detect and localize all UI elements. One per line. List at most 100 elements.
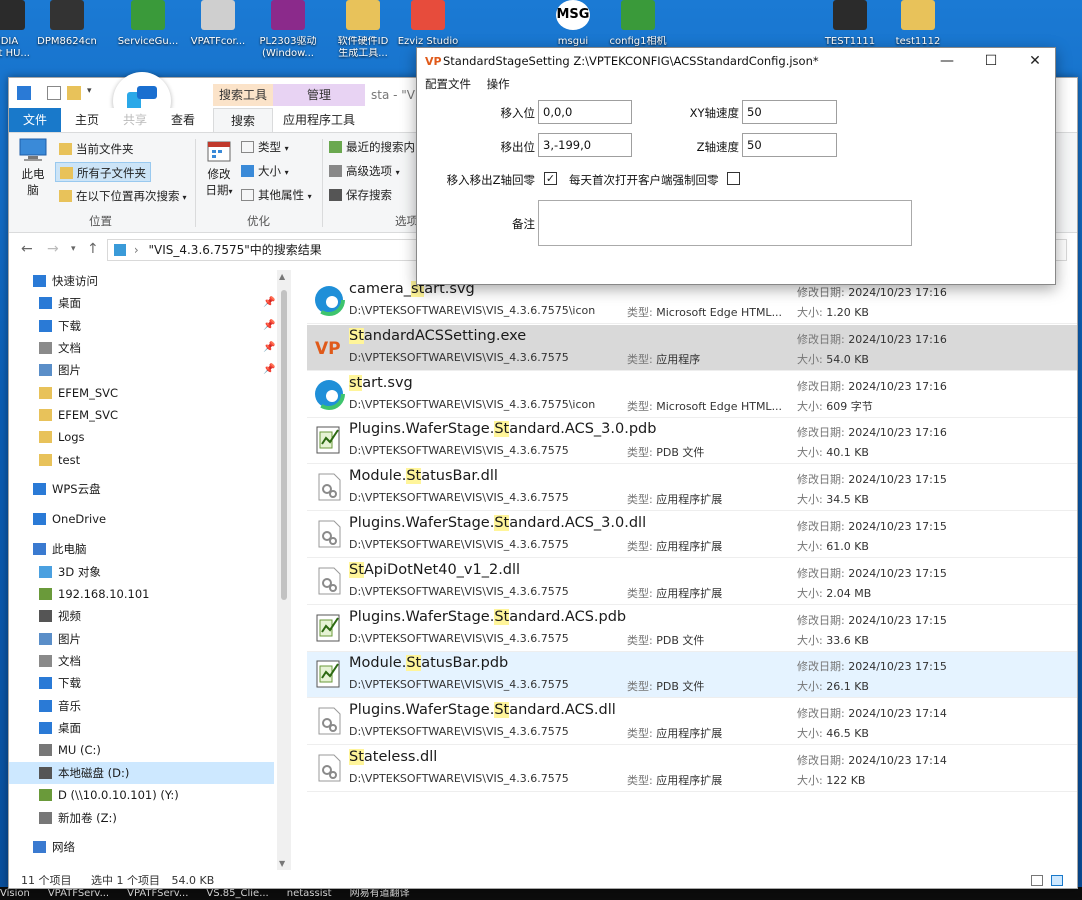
nav-item-icon (33, 841, 46, 853)
file-type: 类型: 应用程序扩展 (627, 540, 723, 553)
dialog-title-bar[interactable]: VP StandardStageSetting Z:\VPTEKCONFIG\A… (417, 48, 1055, 74)
result-row[interactable]: Plugins.WaferStage.Standard.ACS_3.0.pdb D… (307, 418, 1077, 465)
nav-item[interactable]: 图片 📌 (9, 359, 275, 381)
result-row[interactable]: Plugins.WaferStage.Standard.ACS_3.0.dll D… (307, 512, 1077, 558)
move-out-input[interactable] (538, 133, 632, 157)
tab-home[interactable]: 主页 (65, 108, 109, 132)
desktop-icon[interactable]: ServiceGu... (110, 0, 186, 48)
tab-search[interactable]: 搜索 (213, 108, 273, 132)
large-icons-view-icon[interactable] (1051, 875, 1063, 886)
z-speed-input[interactable] (742, 133, 837, 157)
nav-item[interactable]: 192.168.10.101 (9, 583, 274, 605)
nav-item[interactable]: Logs (9, 426, 274, 448)
pin-icon[interactable]: 📌 (263, 359, 275, 381)
nav-item[interactable]: EFEM_SVC (9, 404, 274, 426)
desktop-icon-label: 生成工具... (338, 48, 388, 59)
nav-item[interactable]: WPS云盘 (9, 478, 274, 500)
nav-item-icon (39, 722, 52, 734)
file-name: Stateless.dll (349, 749, 438, 765)
result-row[interactable]: Plugins.WaferStage.Standard.ACS.dll D:\VP… (307, 699, 1077, 746)
result-row[interactable]: Module.StatusBar.pdb D:\VPTEKSOFTWARE\VIS… (307, 652, 1077, 699)
nav-item[interactable]: 本地磁盘 (D:) (9, 762, 274, 784)
desktop-icon[interactable]: VPATFcor... (180, 0, 256, 48)
nav-item[interactable]: 音乐 (9, 695, 274, 717)
nav-item[interactable]: 桌面 📌 (9, 292, 275, 314)
kind-label: 类型 (258, 140, 281, 154)
tab-share[interactable]: 共享 (113, 108, 157, 132)
pin-icon[interactable]: 📌 (263, 315, 275, 337)
nav-item[interactable]: 视频 (9, 605, 274, 627)
other-properties-button[interactable]: 其他属性 ▾ (241, 187, 312, 203)
desktop-icon[interactable]: Ezviz Studio (390, 0, 466, 48)
nav-item[interactable]: 下载 📌 (9, 315, 275, 337)
nav-item[interactable]: 图片 (9, 628, 274, 650)
nav-item[interactable]: 3D 对象 (9, 561, 274, 583)
nav-item[interactable]: 此电脑 (9, 538, 274, 560)
nav-item-label: 下载 (58, 676, 81, 690)
group-label-refine: 优化 (247, 214, 270, 228)
nav-item[interactable]: D (\\10.0.10.101) (Y:) (9, 784, 274, 806)
result-row[interactable]: Plugins.WaferStage.Standard.ACS.pdb D:\VP… (307, 606, 1077, 652)
kind-button[interactable]: 类型 ▾ (241, 139, 289, 155)
recent-searches-button[interactable]: 最近的搜索内 (329, 139, 415, 155)
menu-operate[interactable]: 操作 (487, 77, 510, 91)
nav-item-icon (39, 566, 52, 578)
result-row[interactable]: VP StandardACSSetting.exe D:\VPTEKSOFTWARE… (307, 324, 1077, 371)
z-home-checkbox[interactable]: ✓ (544, 172, 557, 185)
pin-icon[interactable]: 📌 (263, 292, 275, 314)
date-modified-button[interactable]: 修改 日期▾ (201, 139, 237, 205)
scrollbar-thumb[interactable] (281, 290, 287, 600)
move-in-input[interactable] (538, 100, 632, 124)
result-row[interactable]: start.svg D:\VPTEKSOFTWARE\VIS\VIS_4.3.6.… (307, 372, 1077, 418)
nav-item[interactable]: 网络 (9, 836, 274, 858)
save-search-button[interactable]: 保存搜索 (329, 187, 392, 203)
qat-dropdown-icon[interactable]: ▾ (87, 86, 101, 100)
nav-item[interactable]: 文档 📌 (9, 337, 275, 359)
size-button[interactable]: 大小 ▾ (241, 163, 289, 179)
nav-scrollbar[interactable]: ▲ ▼ (277, 270, 291, 870)
desktop-icon[interactable]: test1112 (880, 0, 956, 48)
tab-file[interactable]: 文件 (9, 108, 61, 132)
nav-item[interactable]: MU (C:) (9, 739, 274, 761)
search-again-button[interactable]: 在以下位置再次搜索 ▾ (55, 186, 191, 206)
tab-view[interactable]: 查看 (161, 108, 205, 132)
all-subfolders-button[interactable]: 所有子文件夹 (55, 162, 151, 182)
nav-item[interactable]: 下载 (9, 672, 274, 694)
remark-textarea[interactable] (538, 200, 912, 246)
desktop-icon[interactable]: DPM8624cn (29, 0, 105, 48)
this-pc-button[interactable]: 此电 脑 (15, 137, 51, 203)
menu-config-file[interactable]: 配置文件 (425, 77, 471, 91)
nav-item[interactable]: 桌面 (9, 717, 274, 739)
result-row[interactable]: Module.StatusBar.dll D:\VPTEKSOFTWARE\VIS… (307, 465, 1077, 512)
details-view-icon[interactable] (1031, 875, 1043, 886)
recent-locations-chevron-icon[interactable]: ▾ (71, 244, 76, 254)
result-row[interactable]: StApiDotNet40_v1_2.dll D:\VPTEKSOFTWARE\V… (307, 559, 1077, 605)
back-arrow-icon[interactable]: ← (21, 241, 33, 257)
advanced-options-button[interactable]: 高级选项 ▾ (329, 163, 400, 179)
forward-arrow-icon[interactable]: → (47, 241, 59, 257)
pin-icon[interactable]: 📌 (263, 337, 275, 359)
close-button[interactable]: ✕ (1013, 48, 1057, 74)
up-arrow-icon[interactable]: ↑ (87, 241, 99, 257)
nav-item[interactable]: 新加卷 (Z:) (9, 807, 274, 829)
tab-app-tools[interactable]: 应用程序工具 (273, 108, 365, 132)
nav-item[interactable]: 文档 (9, 650, 274, 672)
current-folder-button[interactable]: 当前文件夹 (55, 139, 138, 159)
nav-item[interactable]: EFEM_SVC (9, 382, 274, 404)
result-row[interactable]: Stateless.dll D:\VPTEKSOFTWARE\VIS\VIS_4.… (307, 746, 1077, 792)
nav-item[interactable]: 快速访问 (9, 270, 274, 292)
desktop-icon[interactable]: TEST1111 (812, 0, 888, 48)
desktop-icon[interactable]: config1相机 (600, 0, 676, 48)
new-folder-icon[interactable] (67, 86, 81, 100)
minimize-button[interactable]: — (925, 48, 969, 74)
xy-speed-input[interactable] (742, 100, 837, 124)
properties-icon[interactable] (47, 86, 61, 100)
desktop-icon[interactable]: PL2303驱动 (Window... (250, 0, 326, 60)
scroll-up-icon[interactable]: ▲ (279, 272, 285, 281)
maximize-button[interactable]: ☐ (969, 48, 1013, 74)
file-size: 大小: 122 KB (797, 774, 866, 787)
force-home-checkbox[interactable] (727, 172, 740, 185)
nav-item[interactable]: OneDrive (9, 508, 274, 530)
nav-item[interactable]: test (9, 449, 274, 471)
scroll-down-icon[interactable]: ▼ (279, 859, 285, 868)
